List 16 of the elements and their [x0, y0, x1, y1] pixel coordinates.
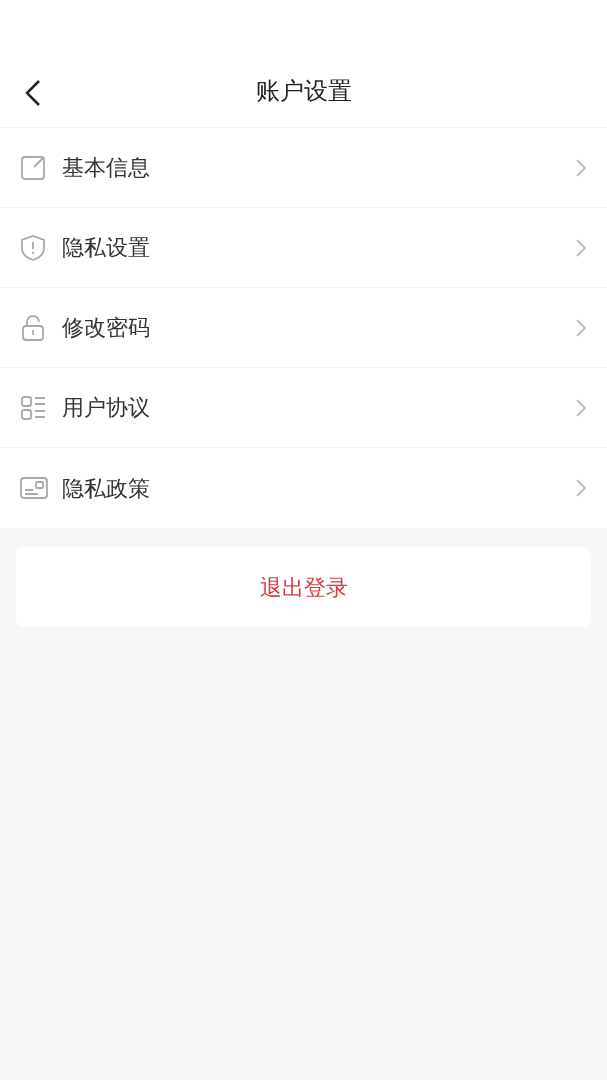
logout-button[interactable]: 退出登录	[16, 547, 591, 627]
settings-item[interactable]: 基本信息	[0, 128, 607, 208]
page-title: 账户设置	[255, 77, 352, 105]
edit-icon	[20, 153, 48, 182]
settings-item[interactable]: 用户协议	[0, 368, 607, 448]
shield-icon	[20, 233, 48, 262]
list-icon	[20, 393, 48, 422]
settings-item[interactable]: 隐私政策	[0, 448, 607, 528]
card-icon	[20, 474, 48, 502]
chevron-icon	[575, 397, 587, 418]
settings-item[interactable]: 隐私设置	[0, 208, 607, 288]
chevron-icon	[575, 237, 587, 258]
chevron-icon	[575, 478, 587, 498]
chevron-icon	[575, 157, 587, 178]
settings-item[interactable]: 修改密码	[0, 288, 607, 368]
chevron-icon	[575, 317, 587, 338]
